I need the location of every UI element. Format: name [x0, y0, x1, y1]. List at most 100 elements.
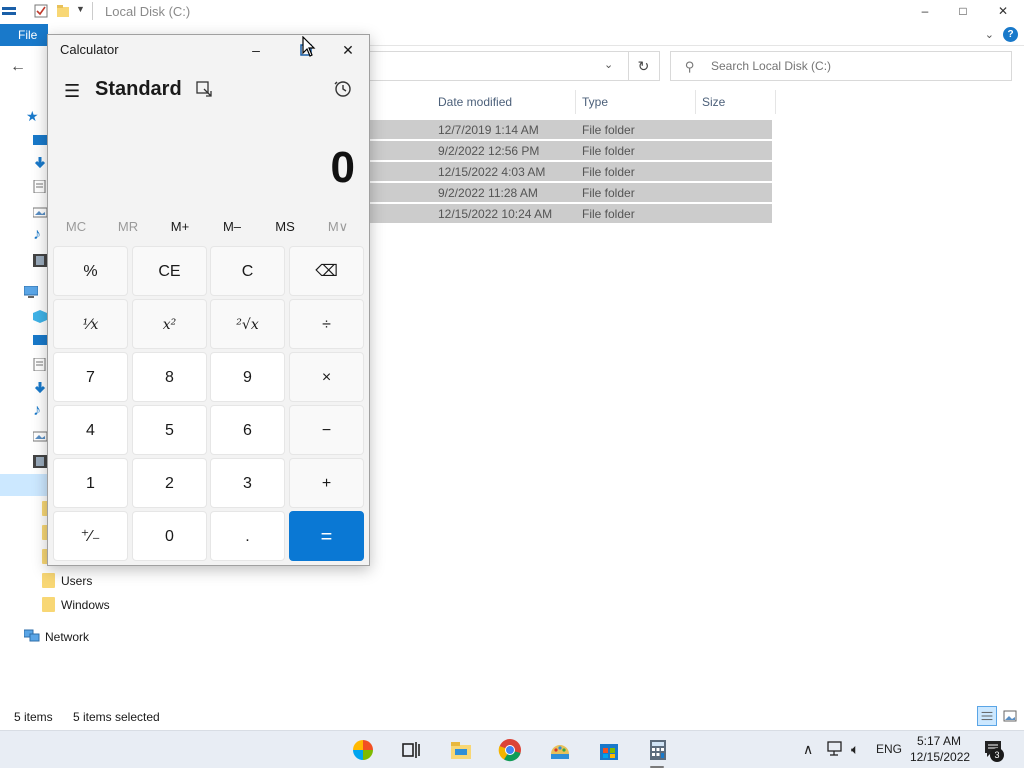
- downloads-icon[interactable]: [33, 382, 47, 395]
- address-bar[interactable]: [368, 51, 660, 81]
- ribbon-expand-icon[interactable]: ⌄: [985, 28, 994, 41]
- taskbar: ∧ 🔈︎ ENG 5:17 AM 12/15/2022 3: [0, 730, 1024, 768]
- music-icon[interactable]: ♪: [33, 402, 41, 420]
- equals-button[interactable]: =: [289, 511, 364, 561]
- table-row[interactable]: 9/2/2022 11:28 AM File folder: [370, 183, 772, 203]
- explorer-maximize-button[interactable]: □: [944, 0, 982, 22]
- percent-button[interactable]: %: [53, 246, 128, 296]
- clock-date[interactable]: 12/15/2022: [910, 750, 970, 764]
- digit-6-button[interactable]: 6: [210, 405, 285, 455]
- history-icon[interactable]: [334, 80, 352, 98]
- network-status-icon[interactable]: [826, 741, 844, 757]
- paint-icon[interactable]: [548, 738, 572, 762]
- show-hidden-icons-icon[interactable]: ∧: [803, 741, 813, 758]
- help-icon[interactable]: ?: [1003, 27, 1018, 42]
- digit-8-button[interactable]: 8: [132, 352, 207, 402]
- table-row[interactable]: 12/15/2022 10:24 AM File folder: [370, 204, 772, 224]
- digit-1-button[interactable]: 1: [53, 458, 128, 508]
- nav-item-network[interactable]: Network: [45, 630, 89, 644]
- table-row[interactable]: 12/15/2022 4:03 AM File folder: [370, 162, 772, 182]
- digit-5-button[interactable]: 5: [132, 405, 207, 455]
- negate-button[interactable]: ⁺⁄₋: [53, 511, 128, 561]
- divide-button[interactable]: ÷: [289, 299, 364, 349]
- file-tab[interactable]: File: [0, 24, 48, 46]
- digit-0-button[interactable]: 0: [132, 511, 207, 561]
- large-icons-view-icon[interactable]: [1002, 708, 1018, 724]
- downloads-icon[interactable]: [33, 157, 47, 170]
- add-button[interactable]: +: [289, 458, 364, 508]
- file-explorer-taskbar-icon[interactable]: [449, 738, 473, 762]
- quick-access-dropdown-icon[interactable]: ▼: [76, 4, 85, 14]
- back-arrow-icon[interactable]: ←: [10, 58, 26, 76]
- table-row[interactable]: 12/7/2019 1:14 AM File folder: [370, 120, 772, 140]
- digit-3-button[interactable]: 3: [210, 458, 285, 508]
- memory-subtract-button[interactable]: M–: [206, 219, 258, 234]
- digit-7-button[interactable]: 7: [53, 352, 128, 402]
- row-date: 12/7/2019 1:14 AM: [438, 123, 539, 137]
- folder-icon: [42, 597, 55, 612]
- reciprocal-button[interactable]: ¹⁄x: [53, 299, 128, 349]
- explorer-close-button[interactable]: ✕: [984, 0, 1022, 22]
- status-item-count: 5 items: [14, 710, 53, 724]
- nav-item-windows[interactable]: Windows: [61, 598, 110, 612]
- clock-time[interactable]: 5:17 AM: [917, 734, 961, 748]
- nav-item-users[interactable]: Users: [61, 574, 92, 588]
- table-row[interactable]: 9/2/2022 12:56 PM File folder: [370, 141, 772, 161]
- desktop-icon[interactable]: [33, 134, 47, 147]
- memory-recall-button[interactable]: MR: [102, 219, 154, 234]
- refresh-icon[interactable]: ↻: [628, 52, 658, 80]
- videos-icon[interactable]: [33, 254, 47, 267]
- nav-item-local-disk[interactable]: [0, 474, 48, 496]
- decimal-button[interactable]: .: [210, 511, 285, 561]
- row-date: 9/2/2022 11:28 AM: [438, 186, 538, 200]
- calculator-close-button[interactable]: ✕: [334, 39, 362, 61]
- square-root-button[interactable]: ²√x: [210, 299, 285, 349]
- calculator-minimize-button[interactable]: –: [242, 39, 270, 61]
- microsoft-store-icon[interactable]: [597, 738, 621, 762]
- search-input[interactable]: [711, 59, 1001, 73]
- 3d-objects-icon[interactable]: [33, 310, 47, 323]
- task-view-icon[interactable]: [399, 738, 423, 762]
- column-header-type[interactable]: Type: [576, 90, 696, 114]
- details-view-icon[interactable]: [977, 706, 997, 726]
- explorer-titlebar: ▼ Local Disk (C:) – □ ✕: [0, 0, 1024, 24]
- memory-list-button[interactable]: M∨: [312, 219, 364, 235]
- documents-icon[interactable]: [33, 180, 47, 193]
- backspace-button[interactable]: ⌫: [289, 246, 364, 296]
- hamburger-menu-icon[interactable]: ☰: [64, 81, 80, 102]
- input-language[interactable]: ENG: [876, 742, 902, 756]
- start-button-icon[interactable]: [351, 738, 375, 762]
- clear-entry-button[interactable]: CE: [132, 246, 207, 296]
- digit-2-button[interactable]: 2: [132, 458, 207, 508]
- documents-icon[interactable]: [33, 358, 47, 371]
- videos-icon[interactable]: [33, 455, 47, 468]
- search-icon: ⚲: [685, 59, 695, 74]
- digit-9-button[interactable]: 9: [210, 352, 285, 402]
- column-header-size[interactable]: Size: [696, 90, 776, 114]
- calculator-titlebar: Calculator – ✕: [48, 35, 369, 65]
- pictures-icon[interactable]: [33, 206, 47, 219]
- calculator-taskbar-icon[interactable]: [646, 738, 670, 762]
- address-dropdown-icon[interactable]: ⌄: [604, 58, 613, 71]
- desktop-icon[interactable]: [33, 334, 47, 347]
- memory-clear-button[interactable]: MC: [50, 219, 102, 234]
- quick-access-star-icon[interactable]: ★: [26, 108, 39, 125]
- square-button[interactable]: x²: [132, 299, 207, 349]
- subtract-button[interactable]: −: [289, 405, 364, 455]
- volume-icon[interactable]: 🔈︎: [851, 741, 859, 758]
- search-box[interactable]: ⚲: [670, 51, 1012, 81]
- this-pc-icon[interactable]: [24, 286, 38, 299]
- memory-store-button[interactable]: MS: [259, 219, 311, 234]
- explorer-minimize-button[interactable]: –: [906, 0, 944, 22]
- new-folder-icon[interactable]: [56, 4, 70, 18]
- pictures-icon[interactable]: [33, 430, 47, 443]
- music-icon[interactable]: ♪: [33, 226, 41, 244]
- column-header-date[interactable]: Date modified: [432, 90, 576, 114]
- properties-icon[interactable]: [34, 4, 48, 18]
- keep-on-top-icon[interactable]: [196, 81, 212, 97]
- memory-add-button[interactable]: M+: [154, 219, 206, 234]
- multiply-button[interactable]: ×: [289, 352, 364, 402]
- clear-button[interactable]: C: [210, 246, 285, 296]
- digit-4-button[interactable]: 4: [53, 405, 128, 455]
- chrome-icon[interactable]: [498, 738, 522, 762]
